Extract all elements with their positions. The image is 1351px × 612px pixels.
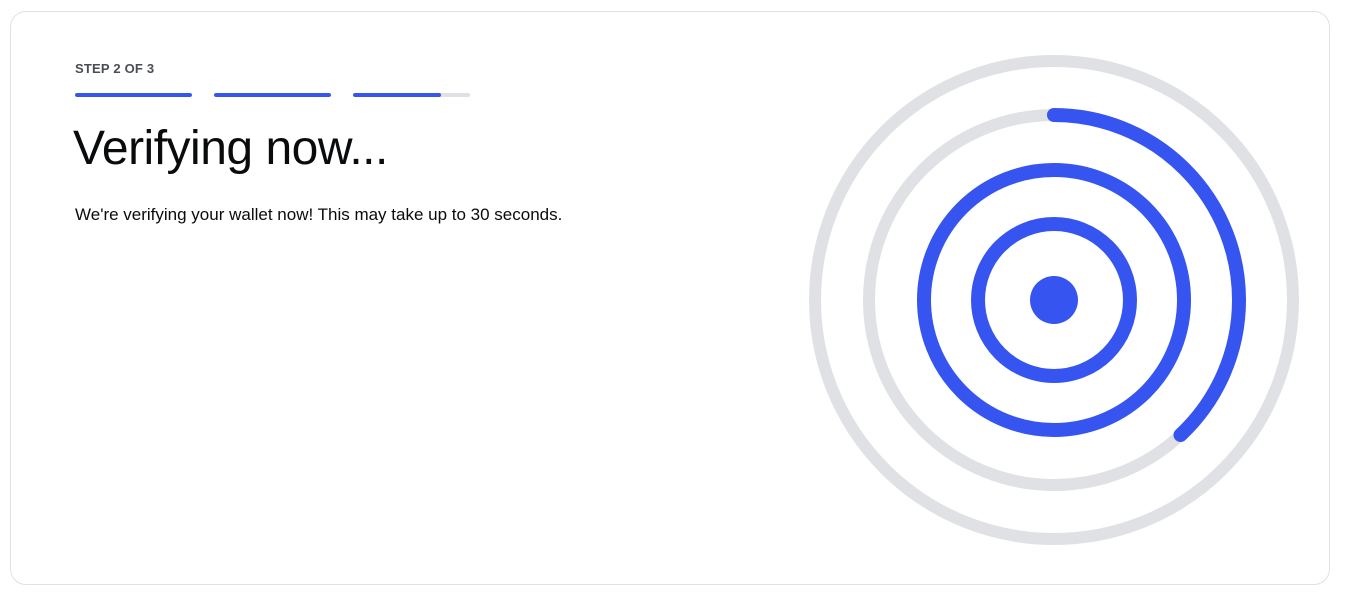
progress-segment-3-fill — [353, 93, 441, 97]
progress-segment-2 — [214, 93, 331, 97]
progress-segment-1-fill — [75, 93, 192, 97]
progress-segment-1 — [75, 93, 192, 97]
progress-segment-2-fill — [214, 93, 331, 97]
page-title: Verifying now... — [73, 122, 388, 175]
step-progress-bar — [75, 93, 470, 97]
progress-segment-3 — [353, 93, 470, 97]
center-dot — [1030, 276, 1078, 324]
verification-card: STEP 2 OF 3 Verifying now... We're verif… — [10, 11, 1330, 585]
radar-scan-icon — [809, 55, 1299, 545]
page-description: We're verifying your wallet now! This ma… — [75, 205, 563, 224]
step-indicator-label: STEP 2 OF 3 — [75, 61, 155, 76]
